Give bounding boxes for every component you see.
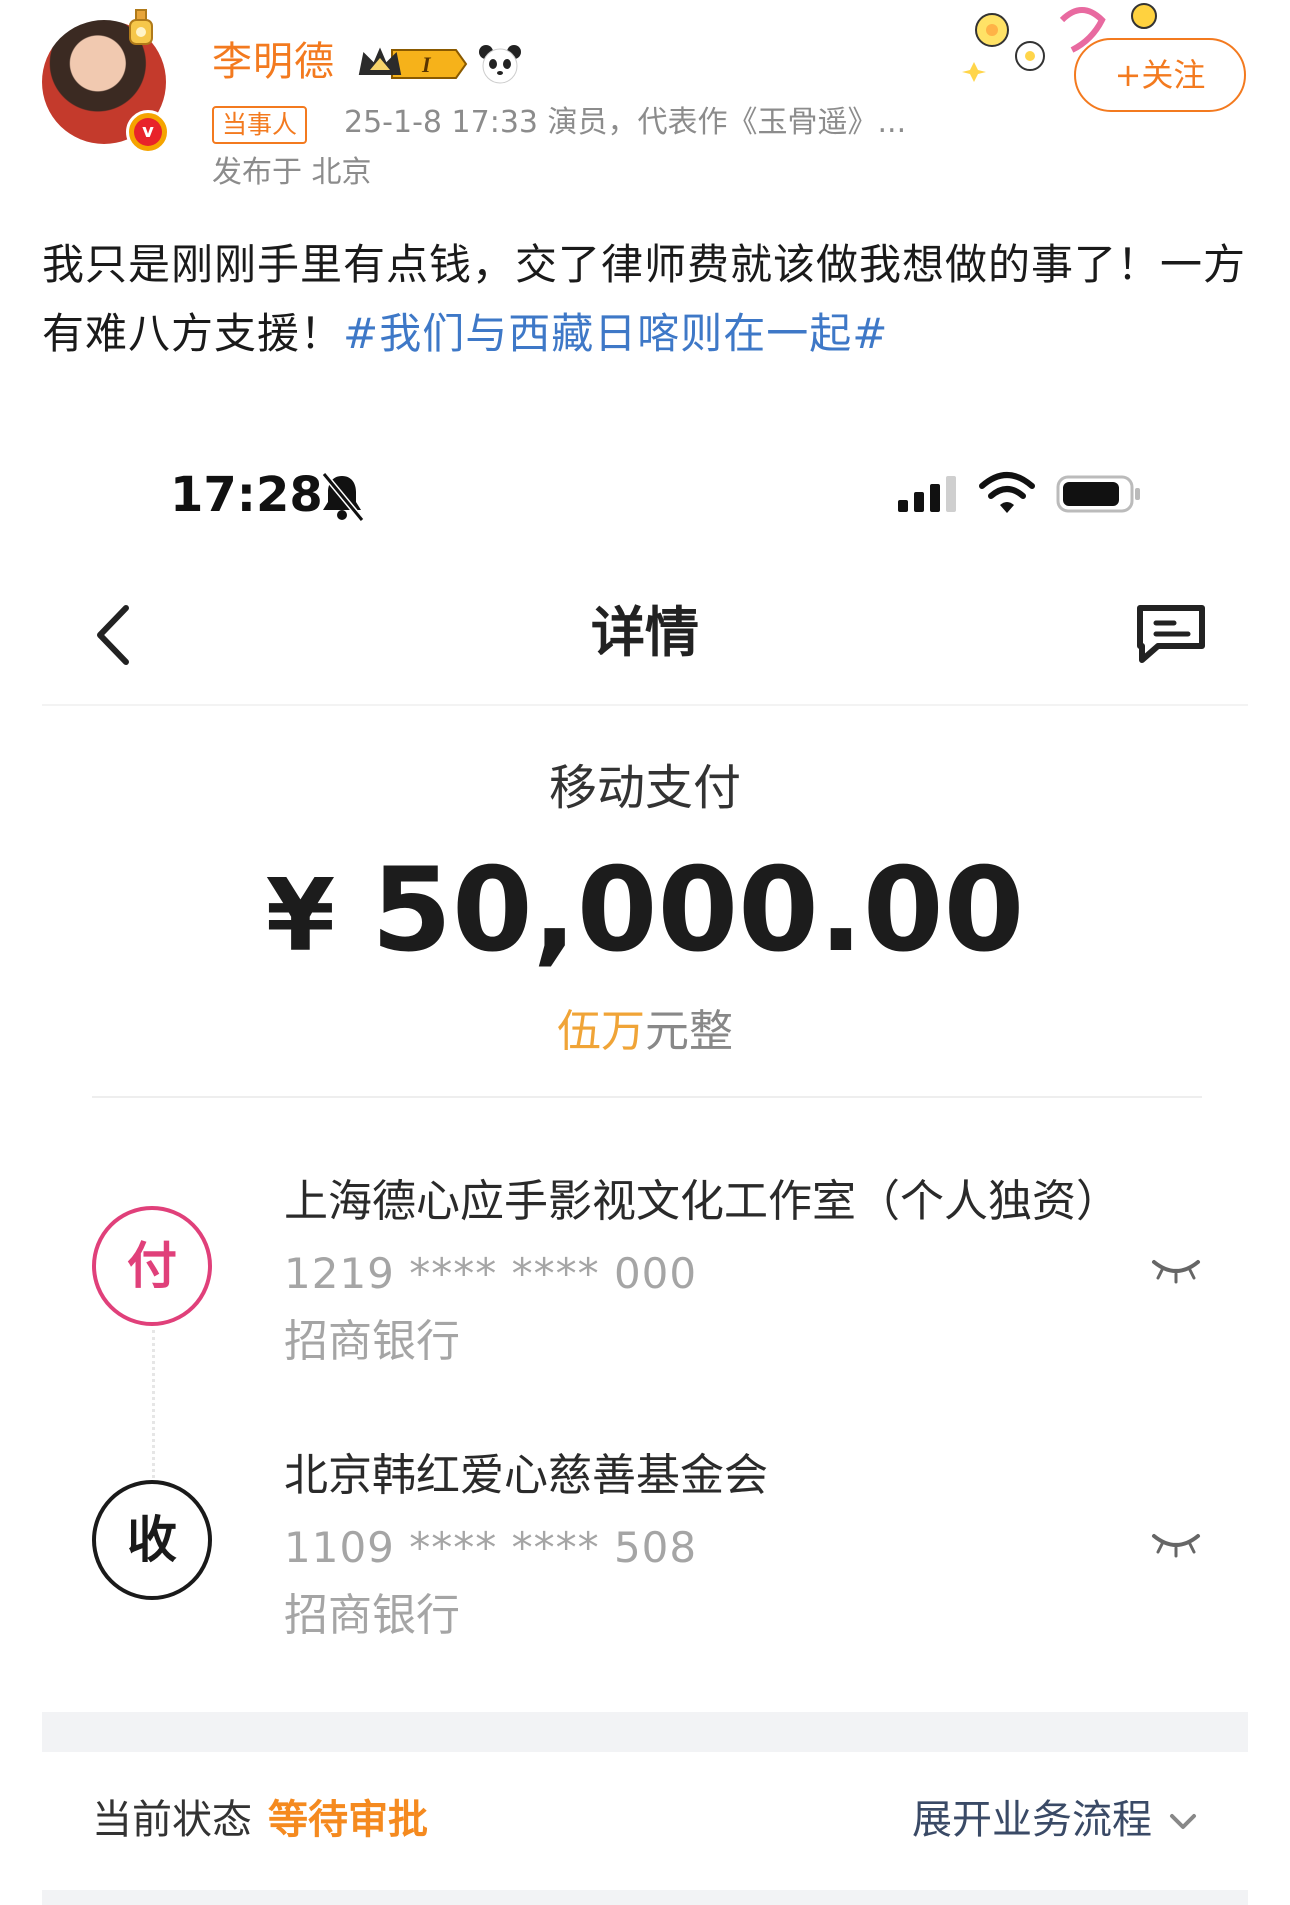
eye-closed-icon[interactable]	[1150, 1254, 1202, 1286]
bottom-band	[42, 1890, 1248, 1905]
section-separator	[42, 1712, 1248, 1752]
payee-bank: 招商银行	[284, 1590, 460, 1641]
expand-process-link[interactable]: 展开业务流程	[912, 1790, 1152, 1850]
payer-account: 1219 **** **** 000	[284, 1249, 698, 1298]
payee-account: 1109 **** **** 508	[284, 1523, 698, 1572]
payment-type: 移动支付	[548, 760, 741, 816]
chevron-down-icon[interactable]	[1166, 1804, 1200, 1838]
verified-badge: v	[126, 110, 170, 154]
currency-symbol: ¥	[265, 857, 336, 974]
payer-bank: 招商银行	[284, 1316, 460, 1367]
amount-words-highlight: 伍万	[557, 1006, 645, 1057]
payer-name: 上海德心应手影视文化工作室（个人独资）	[284, 1176, 1120, 1227]
status-bar-time: 17:28	[170, 467, 323, 523]
vip-badge-text: I	[421, 52, 432, 77]
post-location: 发布于 北京	[212, 155, 372, 190]
status-value: 等待审批	[268, 1797, 428, 1843]
section-divider	[92, 1096, 1202, 1098]
battery-icon	[1056, 475, 1140, 513]
nav-title: 详情	[591, 601, 699, 664]
perfume-bottle-icon	[129, 9, 153, 45]
vip-crown-badge-icon: I	[358, 47, 468, 79]
wifi-icon	[979, 472, 1035, 513]
username[interactable]: 李明德	[212, 36, 335, 88]
panda-icon	[479, 45, 521, 84]
role-tag: 当事人	[212, 106, 308, 144]
payee-badge: 收	[92, 1480, 212, 1600]
eye-closed-icon[interactable]	[1150, 1528, 1202, 1560]
amount-words-rest: 元整	[645, 1006, 733, 1057]
payer-badge: 付	[92, 1206, 212, 1326]
amount-value: 50,000.00	[371, 843, 1025, 978]
hashtag-link[interactable]: #我们与西藏日喀则在一起#	[343, 309, 888, 358]
bell-muted-icon	[321, 472, 365, 522]
payment-flow-connector	[152, 1330, 155, 1478]
status-label: 当前状态	[92, 1797, 252, 1843]
cellular-signal-icon	[898, 476, 956, 512]
payment-amount: ¥50,000.00	[245, 846, 1045, 981]
amount-in-words: 伍万元整	[345, 1000, 945, 1064]
post-text: 我只是刚刚手里有点钱，交了律师费就该做我想做的事了！一方有难八方支援！#我们与西…	[42, 230, 1252, 368]
feedback-message-icon[interactable]	[1134, 602, 1208, 664]
nav-divider	[42, 704, 1248, 706]
back-arrow-icon[interactable]	[86, 600, 146, 670]
follow-button[interactable]: +关注	[1074, 38, 1246, 112]
payee-name: 北京韩红爱心慈善基金会	[284, 1450, 768, 1501]
post-meta: 25-1-8 17:33 演员，代表作《玉骨遥》...	[344, 105, 907, 140]
verified-mark: v	[134, 118, 162, 146]
